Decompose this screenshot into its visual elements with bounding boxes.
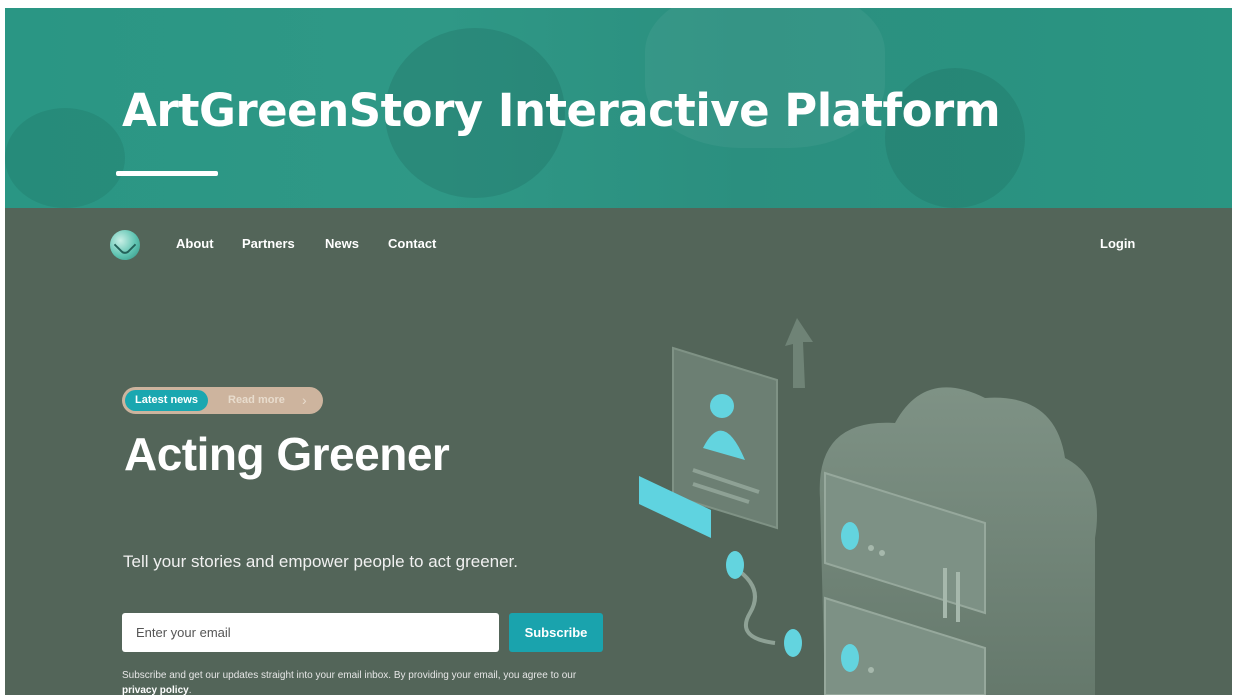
banner: ArtGreenStory Interactive Platform xyxy=(5,8,1232,208)
hero-title: Acting Greener xyxy=(124,428,450,480)
leaf-logo-icon[interactable] xyxy=(110,230,140,260)
read-more-link[interactable]: Read more xyxy=(228,387,285,414)
nav-partners[interactable]: Partners xyxy=(242,236,295,251)
profile-head xyxy=(710,394,734,418)
nav-news[interactable]: News xyxy=(325,236,359,251)
latest-news-badge[interactable]: Latest news Read more › xyxy=(122,387,323,414)
banner-underline xyxy=(116,171,218,176)
privacy-policy-link[interactable]: privacy policy xyxy=(122,685,189,695)
subscribe-button[interactable]: Subscribe xyxy=(509,613,603,652)
chevron-right-icon: › xyxy=(302,392,307,408)
email-input[interactable] xyxy=(122,613,499,652)
nav-about[interactable]: About xyxy=(176,236,214,251)
hero-subtitle: Tell your stories and empower people to … xyxy=(123,552,519,571)
nav-contact[interactable]: Contact xyxy=(388,236,436,251)
cloud-server-illustration xyxy=(639,318,1097,695)
banner-title: ArtGreenStory Interactive Platform xyxy=(122,84,1001,137)
up-arrow-icon xyxy=(785,318,813,388)
latest-news-tag: Latest news xyxy=(125,390,208,411)
page-frame: ArtGreenStory Interactive Platform About… xyxy=(5,8,1232,695)
login-link[interactable]: Login xyxy=(1100,236,1135,251)
legal-text: Subscribe and get our updates straight i… xyxy=(122,670,577,695)
